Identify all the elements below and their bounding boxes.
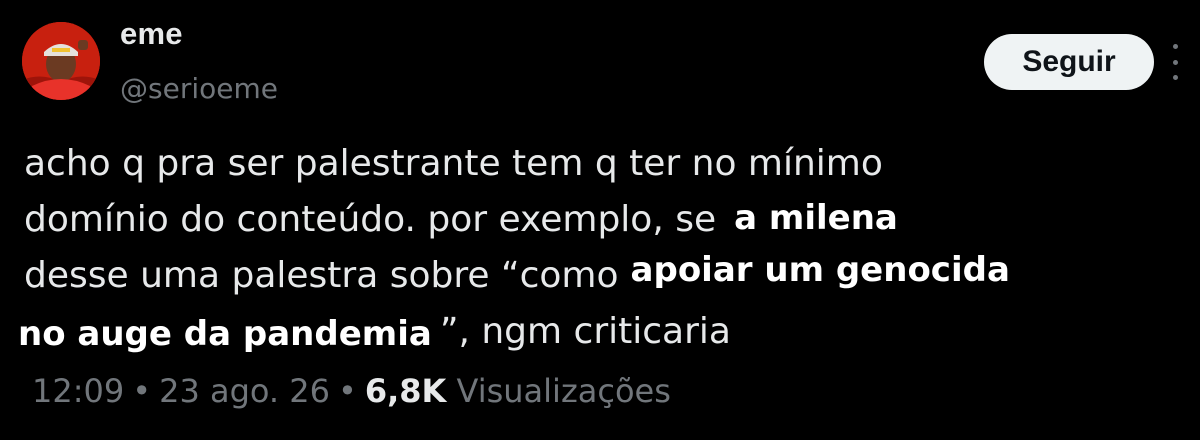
tweet-text-segment: desse uma palestra sobre “como [24, 255, 619, 296]
avatar-image [22, 22, 100, 100]
highlighted-caption: a milena [726, 196, 906, 242]
display-name[interactable]: eme [120, 16, 183, 52]
tweet-text-segment: acho q pra ser palestrante tem q ter no … [24, 143, 883, 184]
tweet-text-segment: domínio do conteúdo. por exemplo, se [24, 199, 717, 240]
tweet-meta: 12:09 • 23 ago. 26 • 6,8K Visualizações [32, 372, 671, 410]
tweet-time[interactable]: 12:09 [32, 372, 124, 410]
more-vertical-icon[interactable] [1168, 44, 1182, 80]
user-handle[interactable]: @serioeme [120, 72, 278, 105]
tweet-line: no auge da pandemia”, ngm criticaria [10, 304, 1174, 360]
views-count: 6,8K [364, 372, 447, 410]
more-dot [1172, 59, 1178, 65]
tweet-line: desse uma palestra sobre “como apoiar um … [24, 248, 1174, 304]
tweet-line: domínio do conteúdo. por exemplo, se a mi… [24, 192, 1174, 248]
highlighted-caption: apoiar um genocida [622, 248, 1018, 294]
views-label: Visualizações [456, 372, 671, 410]
tweet-text-segment: ”, ngm criticaria [439, 311, 731, 352]
avatar[interactable] [22, 22, 100, 100]
highlighted-caption: no auge da pandemia [10, 312, 440, 358]
tweet-date[interactable]: 23 ago. 26 [159, 372, 330, 410]
more-dot [1172, 75, 1178, 80]
tweet-line: acho q pra ser palestrante tem q ter no … [24, 136, 1174, 192]
tweet-card: eme @serioeme Seguir acho q pra ser pale… [0, 0, 1200, 440]
more-dot [1172, 44, 1178, 49]
separator-dot: • [337, 372, 357, 410]
separator-dot: • [132, 372, 152, 410]
tweet-text: acho q pra ser palestrante tem q ter no … [10, 136, 1174, 360]
follow-button[interactable]: Seguir [984, 34, 1154, 90]
